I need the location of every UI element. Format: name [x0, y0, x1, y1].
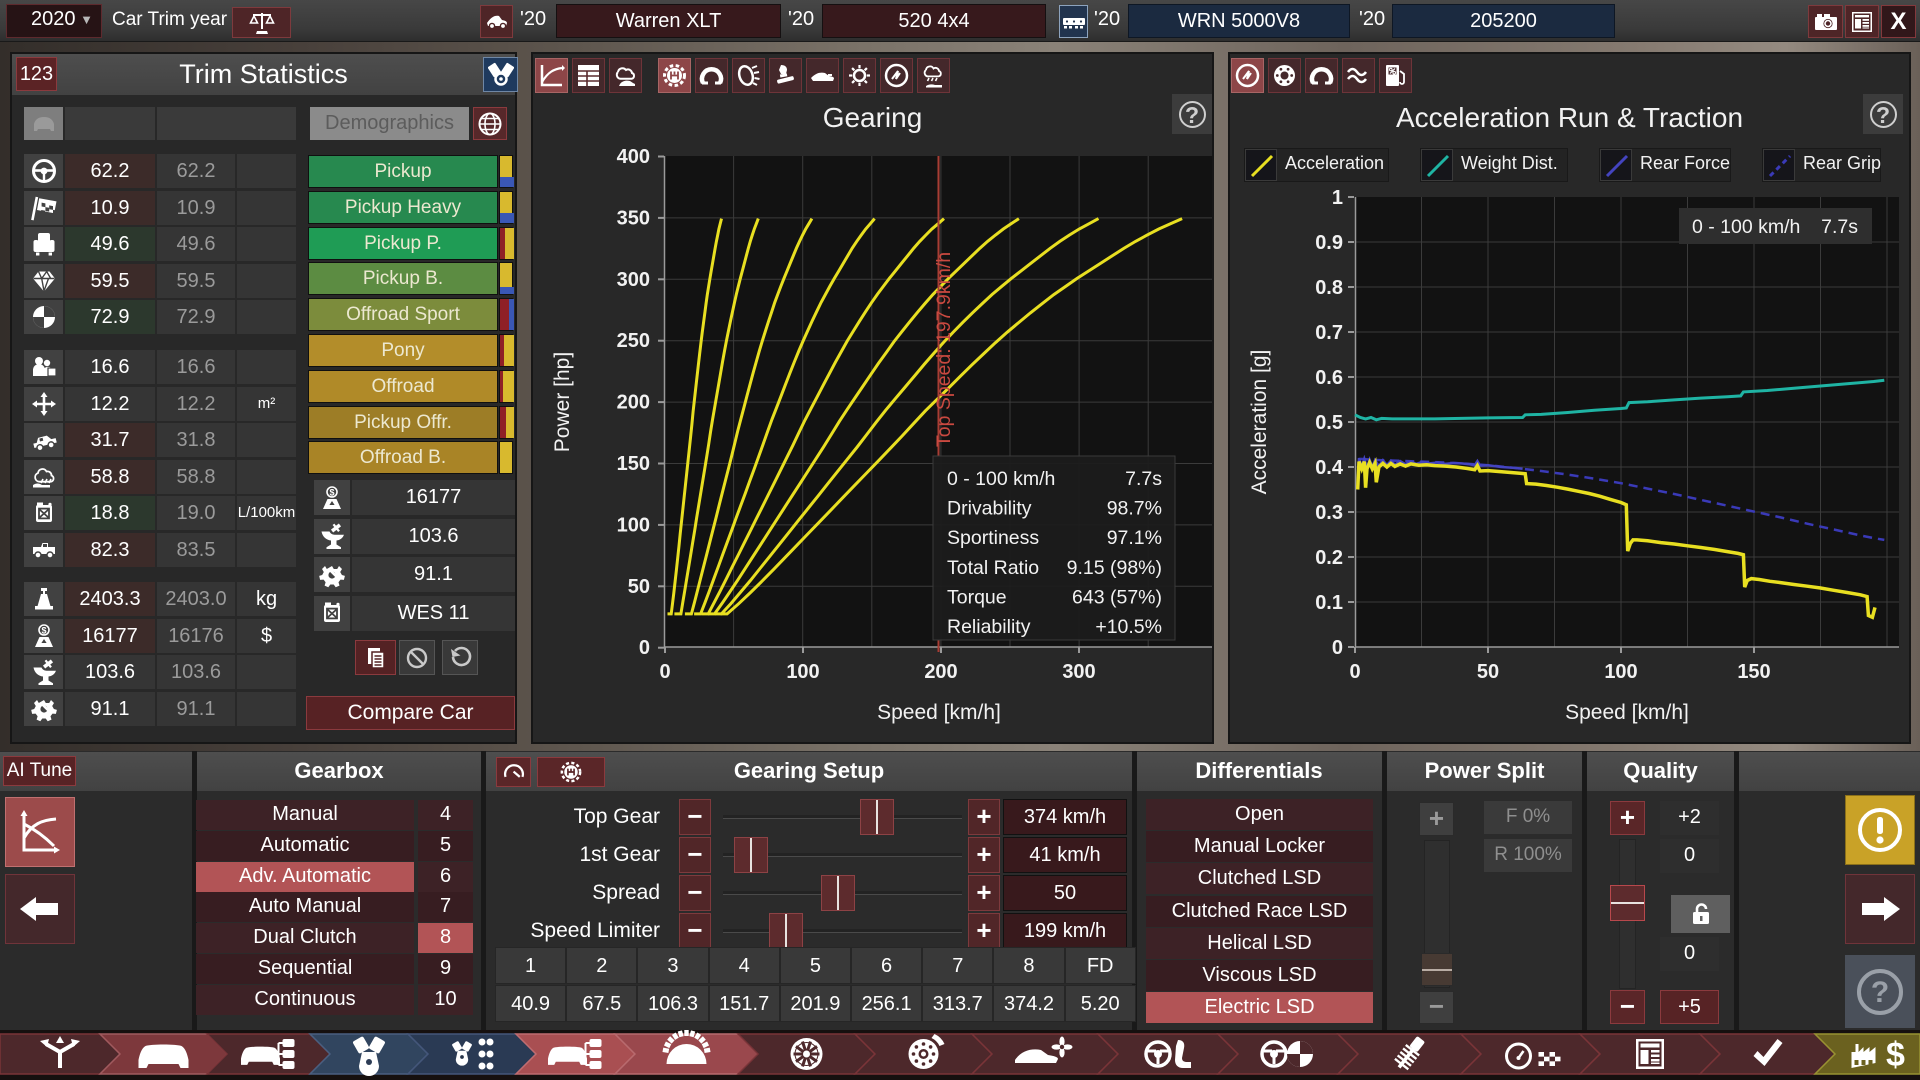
svg-text:300: 300 — [1062, 661, 1095, 683]
svg-text:?: ? — [1871, 976, 1889, 1009]
svg-text:0.8: 0.8 — [1315, 277, 1343, 299]
svg-text:0: 0 — [1332, 637, 1343, 659]
svg-text:0 - 100 km/h: 0 - 100 km/h — [947, 468, 1055, 490]
svg-text:Sportiness: Sportiness — [947, 527, 1039, 549]
svg-text:0.2: 0.2 — [1315, 547, 1343, 569]
svg-text:200: 200 — [617, 392, 650, 414]
svg-text:0.3: 0.3 — [1315, 502, 1343, 524]
svg-text:Acceleration [g]: Acceleration [g] — [1248, 350, 1271, 495]
svg-text:200: 200 — [924, 661, 957, 683]
svg-text:0 - 100 km/h: 0 - 100 km/h — [1692, 216, 1800, 238]
svg-text:0.5: 0.5 — [1315, 412, 1343, 434]
svg-text:50: 50 — [1477, 661, 1499, 683]
svg-text:7.7s: 7.7s — [1125, 468, 1162, 490]
svg-text:1: 1 — [1332, 187, 1343, 209]
svg-text:97.1%: 97.1% — [1107, 527, 1162, 549]
svg-text:400: 400 — [617, 146, 650, 168]
svg-text:250: 250 — [617, 330, 650, 352]
svg-text:150: 150 — [1737, 661, 1770, 683]
svg-text:0: 0 — [1349, 661, 1360, 683]
svg-text:0: 0 — [659, 661, 670, 683]
svg-text:Total Ratio: Total Ratio — [947, 557, 1039, 579]
svg-text:0.9: 0.9 — [1315, 232, 1343, 254]
svg-text:$: $ — [1886, 1036, 1905, 1074]
svg-text:+10.5%: +10.5% — [1095, 616, 1162, 638]
svg-text:0.4: 0.4 — [1315, 457, 1344, 479]
svg-text:100: 100 — [617, 514, 650, 536]
svg-text:0.1: 0.1 — [1315, 592, 1343, 614]
svg-text:Reliability: Reliability — [947, 616, 1031, 638]
svg-text:9.15 (98%): 9.15 (98%) — [1067, 557, 1162, 579]
svg-text:50: 50 — [628, 576, 650, 598]
svg-text:Drivability: Drivability — [947, 498, 1032, 520]
svg-text:$: $ — [41, 625, 46, 635]
svg-text:Speed [km/h]: Speed [km/h] — [1565, 701, 1689, 724]
svg-text:Speed [km/h]: Speed [km/h] — [877, 701, 1001, 724]
svg-text:100: 100 — [1604, 661, 1637, 683]
svg-text:98.7%: 98.7% — [1107, 498, 1162, 520]
svg-text:643 (57%): 643 (57%) — [1072, 586, 1162, 608]
svg-text:0.6: 0.6 — [1315, 367, 1343, 389]
svg-text:Torque: Torque — [947, 586, 1007, 608]
svg-text:300: 300 — [617, 269, 650, 291]
svg-text:Power [hp]: Power [hp] — [551, 352, 574, 452]
svg-text:100: 100 — [786, 661, 819, 683]
svg-text:0.7: 0.7 — [1315, 322, 1343, 344]
svg-text:Top Speed: 197.9km/h: Top Speed: 197.9km/h — [933, 252, 955, 447]
svg-text:7.7s: 7.7s — [1821, 216, 1858, 238]
svg-text:150: 150 — [617, 453, 650, 475]
svg-text:0: 0 — [639, 637, 650, 659]
svg-text:$: $ — [329, 487, 334, 497]
svg-text:350: 350 — [617, 207, 650, 229]
